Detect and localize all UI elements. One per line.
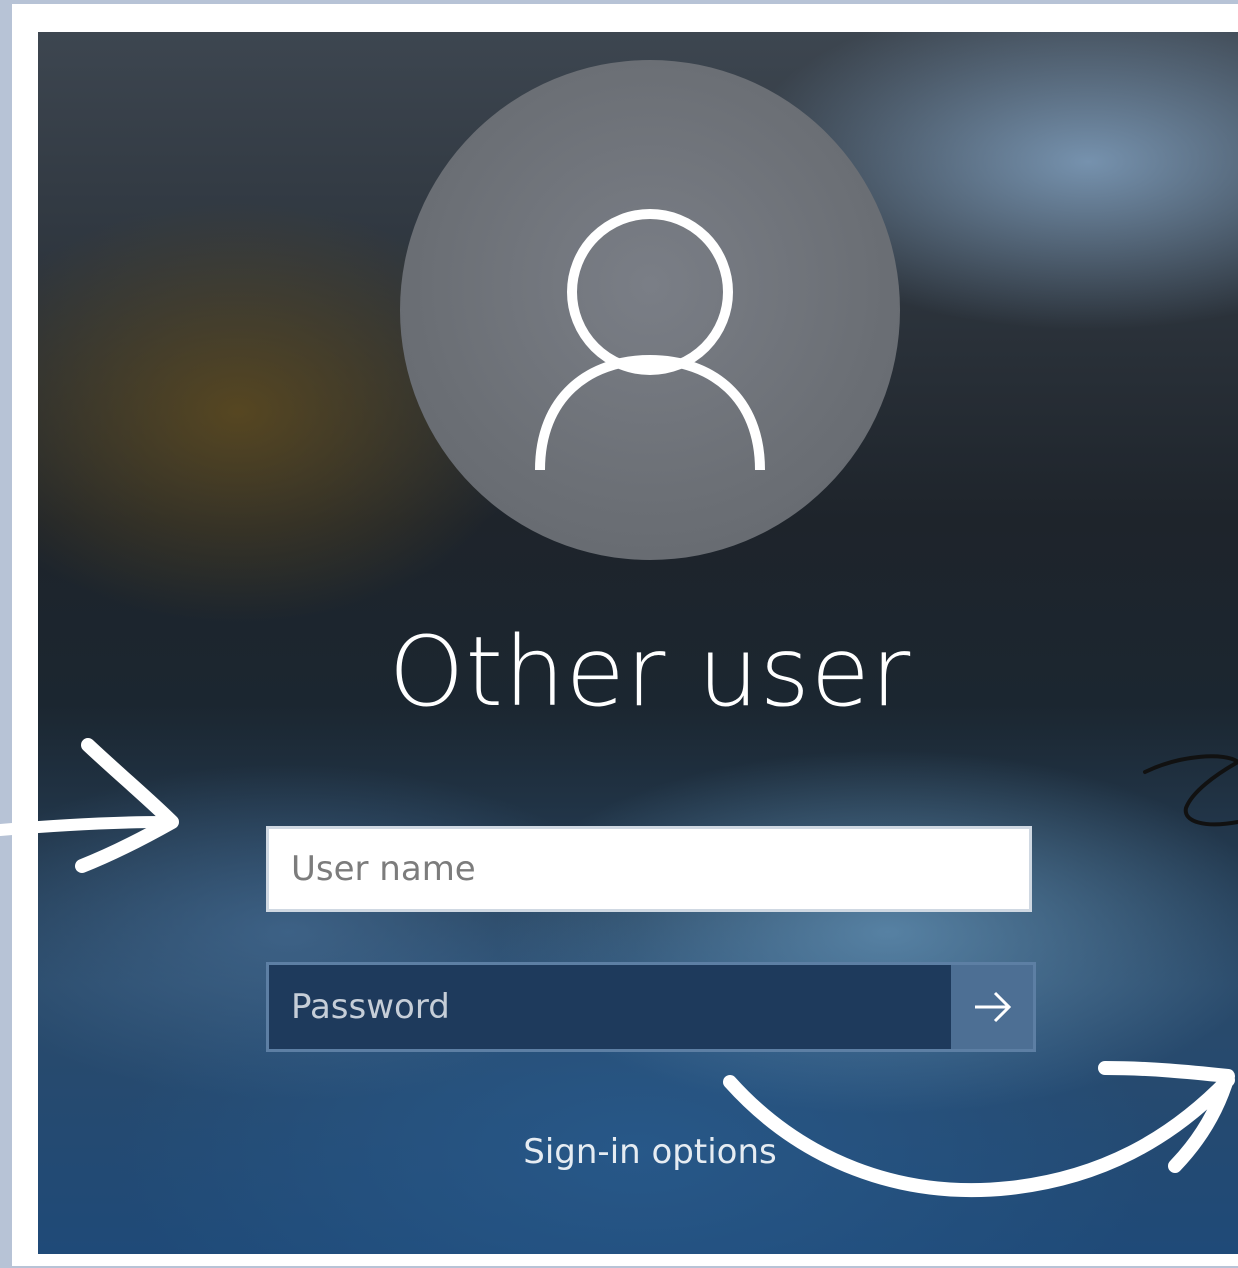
password-input[interactable] — [269, 965, 951, 1049]
user-avatar — [400, 60, 900, 560]
lock-screen: Other user Sign-in options — [38, 32, 1238, 1254]
sign-in-options-link[interactable]: Sign-in options — [38, 1132, 1238, 1172]
password-field — [266, 962, 1036, 1052]
account-title: Other user — [388, 616, 912, 728]
user-silhouette-icon — [535, 209, 765, 471]
username-input[interactable] — [266, 826, 1032, 912]
submit-button[interactable] — [951, 965, 1033, 1049]
arrow-right-icon — [975, 991, 1012, 1023]
